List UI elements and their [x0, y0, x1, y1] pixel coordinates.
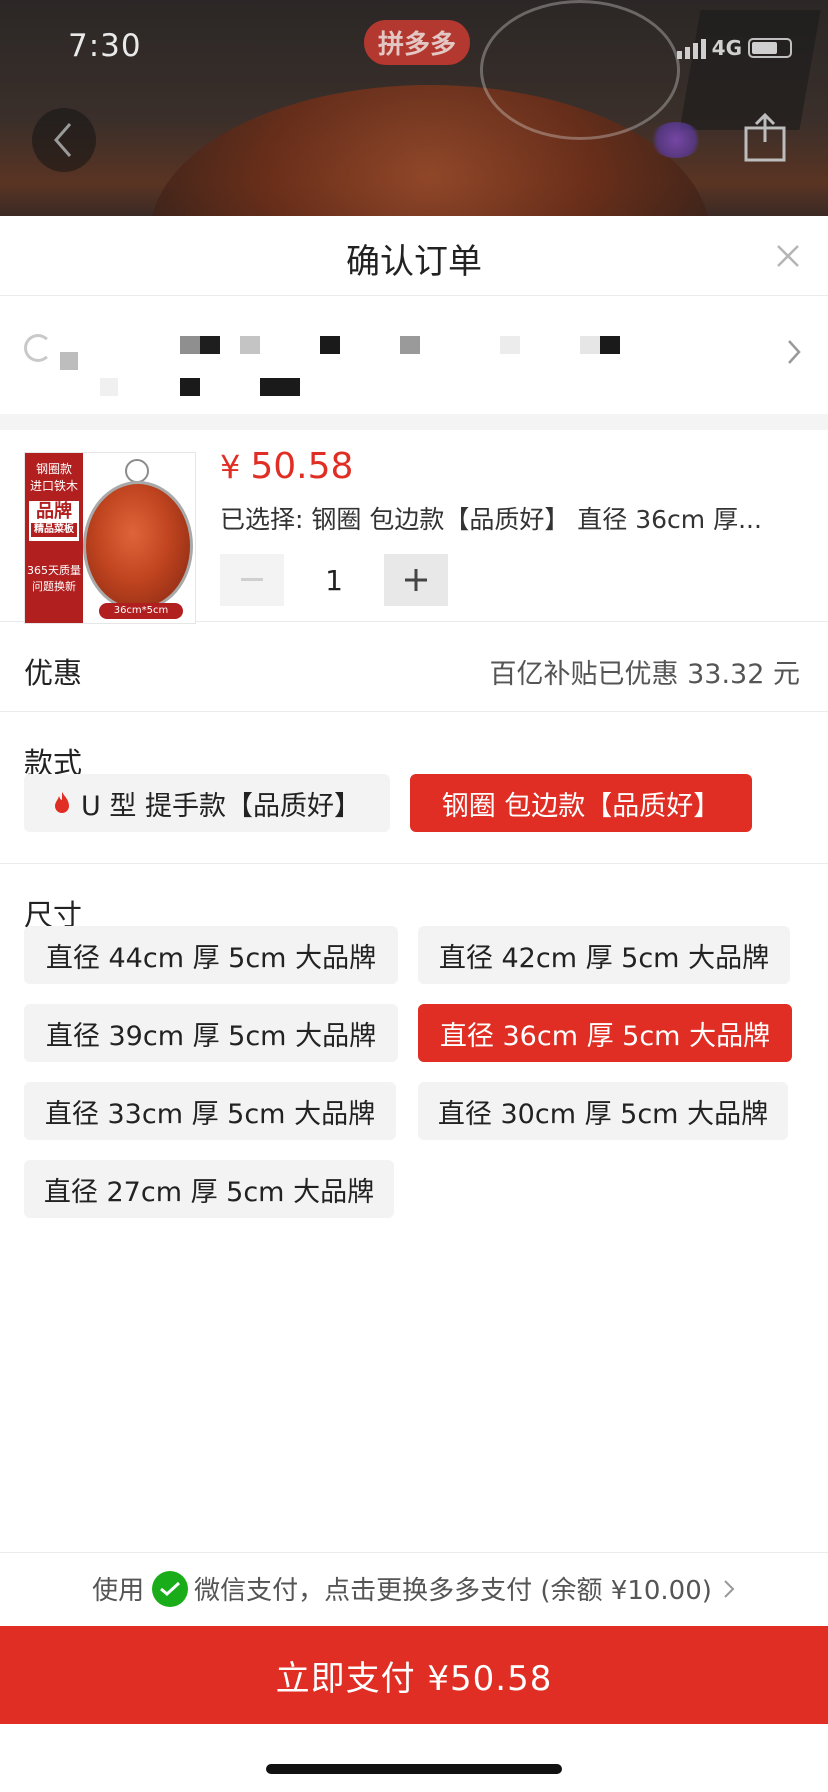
network-type: 4G: [711, 36, 742, 60]
plus-icon: [405, 569, 427, 591]
size-option-33[interactable]: 直径 33cm 厚 5cm 大品牌: [24, 1082, 396, 1140]
redacted-block: [100, 378, 118, 396]
redacted-block: [320, 336, 340, 354]
redacted-block: [240, 336, 260, 354]
quantity-stepper: 1: [220, 554, 448, 606]
selected-spec: 已选择: 钢圈 包边款【品质好】 直径 36cm 厚...: [220, 505, 762, 534]
payment-method-text: 微信支付，点击更换多多支付 (余额 ¥10.00): [194, 1576, 712, 1606]
redacted-block: [180, 378, 200, 396]
wechat-pay-icon: [152, 1570, 189, 1607]
order-sheet: 确认订单 钢圈款 进口铁木 品牌 精品菜板 365天质量 问题换新 36cm*5…: [0, 216, 828, 1792]
sheet-header: 确认订单: [0, 216, 828, 296]
minus-icon: [241, 578, 263, 581]
thumb-top-text: 钢圈款 进口铁木: [29, 462, 78, 493]
discount-label: 优惠: [24, 656, 83, 690]
size-option-36[interactable]: 直径 36cm 厚 5cm 大品牌: [418, 1004, 792, 1062]
redacted-block: [60, 352, 78, 370]
backdrop: 7:30 4G 拼多多: [0, 0, 828, 216]
redacted-block: [260, 378, 300, 396]
signal-icon: [676, 37, 706, 59]
section-divider: [0, 414, 828, 430]
size-option-39[interactable]: 直径 39cm 厚 5cm 大品牌: [24, 1004, 398, 1062]
redacted-block: [580, 336, 600, 354]
redacted-block: [180, 336, 200, 354]
size-option-30[interactable]: 直径 30cm 厚 5cm 大品牌: [418, 1082, 788, 1140]
redacted-block: [500, 336, 520, 354]
close-icon[interactable]: [770, 238, 806, 274]
backdrop-avatar: [650, 122, 702, 158]
thumb-hook: [125, 459, 149, 483]
product-row: 钢圈款 进口铁木 品牌 精品菜板 365天质量 问题换新 36cm*5cm ¥50…: [0, 430, 828, 624]
style-section: 款式 U 型 提手款【品质好】 钢圈 包边款【品质好】: [0, 712, 828, 864]
size-option-42[interactable]: 直径 42cm 厚 5cm 大品牌: [418, 926, 790, 984]
thumb-bottom-text: 365天质量 问题换新: [27, 564, 81, 593]
backdrop-ring: [480, 0, 680, 140]
address-row[interactable]: [0, 296, 828, 414]
product-price: ¥50.58: [220, 446, 354, 487]
status-time: 7:30: [68, 28, 142, 64]
discount-row: 优惠 百亿补贴已优惠 33.32 元: [0, 622, 828, 712]
thumb-brand: 品牌 精品菜板: [29, 501, 79, 541]
size-option-44[interactable]: 直径 44cm 厚 5cm 大品牌: [24, 926, 398, 984]
style-option-label: 钢圈 包边款【品质好】: [441, 790, 721, 822]
location-icon: [24, 334, 52, 362]
brand-badge: 拼多多: [364, 20, 471, 65]
battery-icon: [748, 38, 792, 58]
pay-now-button[interactable]: 立即支付 ¥50.58: [0, 1626, 828, 1724]
flame-icon: [55, 792, 70, 813]
thumb-dimension: 36cm*5cm: [99, 603, 183, 619]
chevron-right-icon: [788, 340, 801, 364]
size-option-27[interactable]: 直径 27cm 厚 5cm 大品牌: [24, 1160, 394, 1218]
style-option-steel-rim[interactable]: 钢圈 包边款【品质好】: [410, 774, 752, 832]
status-indicators: 4G: [676, 36, 792, 60]
chevron-right-icon: [724, 1579, 735, 1598]
back-button[interactable]: [32, 108, 96, 172]
quantity-value: 1: [325, 563, 343, 597]
decrease-button[interactable]: [220, 554, 284, 606]
payment-method-row[interactable]: 使用 微信支付，点击更换多多支付 (余额 ¥10.00): [0, 1552, 828, 1624]
back-arrow-icon: [54, 123, 72, 157]
style-option-u-handle[interactable]: U 型 提手款【品质好】: [24, 774, 390, 832]
redacted-block: [400, 336, 420, 354]
thumb-board: [83, 481, 193, 611]
payment-prefix: 使用: [92, 1576, 145, 1606]
share-icon[interactable]: [742, 112, 788, 164]
product-thumbnail: 钢圈款 进口铁木 品牌 精品菜板 365天质量 问题换新 36cm*5cm: [24, 452, 196, 624]
size-section: 尺寸 直径 44cm 厚 5cm 大品牌 直径 42cm 厚 5cm 大品牌 直…: [0, 864, 828, 1244]
style-option-label: U 型 提手款【品质好】: [81, 790, 361, 822]
home-indicator: [266, 1764, 562, 1774]
increase-button[interactable]: [384, 554, 448, 606]
sheet-title: 确认订单: [346, 242, 482, 282]
redacted-block: [200, 336, 220, 354]
discount-value: 百亿补贴已优惠 33.32 元: [489, 659, 800, 690]
redacted-block: [600, 336, 620, 354]
